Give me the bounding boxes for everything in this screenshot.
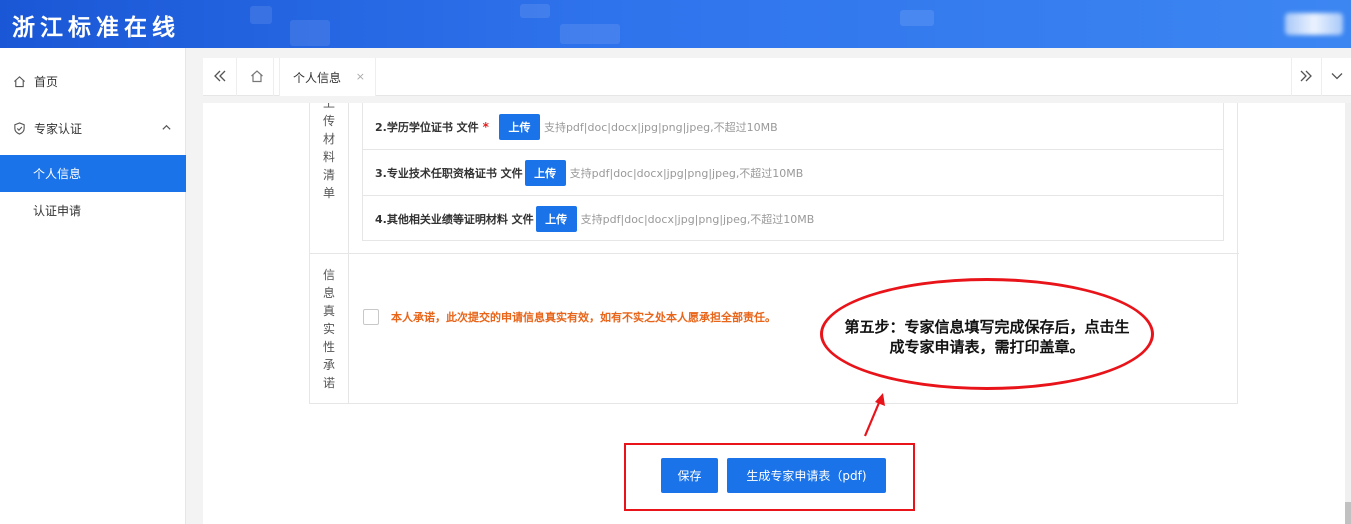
upload-button[interactable]: 上传 [535, 205, 577, 232]
sidebar-item-personal-info[interactable]: 个人信息 [0, 155, 186, 192]
sidebar-item-label: 认证申请 [33, 204, 82, 218]
scrollbar-thumb[interactable] [1345, 502, 1351, 524]
sidebar-item-label: 个人信息 [33, 167, 82, 181]
promise-row: 本人承诺，此次提交的申请信息真实有效，如有不实之处本人愿承担全部责任。 [363, 309, 776, 325]
tabs-menu-dropdown[interactable] [1321, 58, 1351, 96]
header-decoration [560, 24, 620, 44]
upload-button[interactable]: 上传 [498, 114, 540, 140]
app-logo-title: 浙江标准在线 [12, 15, 180, 41]
sidebar: 首页 专家认证 个人信息 认证申请 [0, 48, 186, 524]
double-chevron-right-icon [1299, 70, 1313, 85]
shield-check-icon [12, 122, 26, 136]
generate-application-pdf-button[interactable]: 生成专家申请表（pdf) [727, 458, 886, 493]
row-divider [310, 253, 1239, 254]
header-decoration [290, 20, 330, 46]
upload-row-other: 4.其他相关业绩等证明材料 文件 上传 支持pdf|doc|docx|jpg|p… [363, 196, 1223, 241]
tab-home-button[interactable] [240, 58, 274, 96]
promise-checkbox[interactable] [363, 309, 379, 325]
sidebar-item-cert-application[interactable]: 认证申请 [0, 192, 186, 229]
upload-hint: 支持pdf|doc|docx|jpg|png|jpeg,不超过10MB [569, 167, 804, 180]
tabs-scroll-left-button[interactable] [203, 58, 237, 96]
upload-row-qualification: 3.专业技术任职资格证书 文件 上传 支持pdf|doc|docx|jpg|pn… [363, 151, 1223, 196]
upload-hint: 支持pdf|doc|docx|jpg|png|jpeg,不超过10MB [543, 121, 778, 134]
upload-button[interactable]: 上传 [524, 160, 566, 186]
close-icon[interactable]: × [356, 70, 365, 83]
tab-bar: 个人信息 × [203, 58, 1351, 96]
content-scrollbar[interactable] [1345, 103, 1351, 524]
upload-item-name: 2.学历学位证书 文件 [375, 121, 479, 134]
home-icon [250, 69, 264, 86]
sidebar-group-label: 专家认证 [34, 122, 83, 136]
home-icon [12, 75, 26, 89]
promise-text: 本人承诺，此次提交的申请信息真实有效，如有不实之处本人愿承担全部责任。 [391, 311, 776, 324]
chevron-down-icon [1331, 70, 1343, 84]
double-chevron-left-icon [213, 70, 227, 85]
user-info-blurred[interactable] [1285, 13, 1343, 35]
header-decoration [900, 10, 934, 26]
upload-list: 2.学历学位证书 文件 * 上传 支持pdf|doc|docx|jpg|png|… [362, 103, 1224, 241]
save-button[interactable]: 保存 [661, 458, 718, 493]
annotation-arrow [863, 393, 885, 437]
header-decoration [250, 6, 272, 24]
authenticity-promise-label: 信 息 真 实 性 承 诺 [310, 254, 349, 404]
upload-row-degree: 2.学历学位证书 文件 * 上传 支持pdf|doc|docx|jpg|png|… [363, 105, 1223, 150]
upload-hint: 支持pdf|doc|docx|jpg|png|jpeg,不超过10MB [580, 212, 815, 226]
tabs-scroll-right-button[interactable] [1291, 58, 1319, 96]
sidebar-item-home[interactable]: 首页 [0, 63, 186, 100]
tab-personal-info[interactable]: 个人信息 × [279, 58, 376, 96]
tab-label: 个人信息 [293, 70, 342, 85]
upload-materials-label: 上 传 材 料 清 单 [310, 103, 349, 253]
app-header: 浙江标准在线 [0, 0, 1351, 48]
header-decoration [520, 4, 550, 18]
chevron-up-icon [161, 122, 172, 136]
upload-item-name: 3.专业技术任职资格证书 文件 [375, 167, 523, 180]
upload-item-name: 4.其他相关业绩等证明材料 文件 [375, 212, 534, 226]
sidebar-group-expert-cert[interactable]: 专家认证 [0, 110, 186, 147]
sidebar-item-label: 首页 [34, 75, 59, 89]
required-mark: * [482, 120, 489, 134]
annotation-text: 第五步：专家信息填写完成保存后，点击生 成专家申请表，需打印盖章。 [844, 318, 1130, 356]
